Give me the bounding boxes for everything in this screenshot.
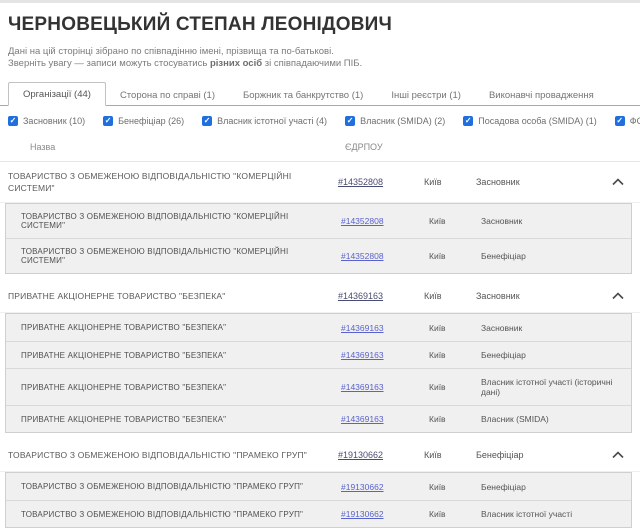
company-name: ТОВАРИСТВО З ОБМЕЖЕНОЮ ВІДПОВІДАЛЬНІСТЮ … [8, 170, 330, 194]
company-row: ПРИВАТНЕ АКЦІОНЕРНЕ ТОВАРИСТВО "БЕЗПЕКА"… [0, 280, 640, 313]
page-title: ЧЕРНОВЕЦЬКИЙ СТЕПАН ЛЕОНІДОВИЧ [0, 3, 640, 36]
subrow-edrpou-link[interactable]: #14369163 [341, 414, 421, 424]
subrow-company-name: ПРИВАТНЕ АКЦІОНЕРНЕ ТОВАРИСТВО "БЕЗПЕКА" [21, 351, 333, 360]
subrow-role: Бенефіціар [481, 251, 625, 261]
subrow-role: Бенефіціар [481, 482, 625, 492]
chevron-up-icon[interactable] [610, 288, 626, 304]
company-city: Київ [424, 291, 468, 301]
subrow-company-name: ТОВАРИСТВО З ОБМЕЖЕНОЮ ВІДПОВІДАЛЬНІСТЮ … [21, 510, 333, 519]
company-city: Київ [424, 177, 468, 187]
company-subrecords-panel: ТОВАРИСТВО З ОБМЕЖЕНОЮ ВІДПОВІДАЛЬНІСТЮ … [5, 203, 632, 274]
subrow-edrpou-link[interactable]: #14369163 [341, 382, 421, 392]
subrow-company-name: ПРИВАТНЕ АКЦІОНЕРНЕ ТОВАРИСТВО "БЕЗПЕКА" [21, 415, 333, 424]
company-subrow: ПРИВАТНЕ АКЦІОНЕРНЕ ТОВАРИСТВО "БЕЗПЕКА"… [6, 368, 631, 405]
table-header: Назва ЄДРПОУ [0, 132, 640, 162]
checkbox-checked-icon[interactable]: ✓ [103, 116, 113, 126]
column-header-name: Назва [30, 142, 55, 152]
person-registry-page: ЧЕРНОВЕЦЬКИЙ СТЕПАН ЛЕОНІДОВИЧ Дані на ц… [0, 0, 640, 532]
tab-bar: Організації (44)Сторона по справі (1)Бор… [0, 82, 640, 106]
subrow-role: Засновник [481, 323, 625, 333]
edrpou-link[interactable]: #14352808 [338, 177, 416, 187]
chevron-up-icon[interactable] [610, 447, 626, 463]
subrow-company-name: ПРИВАТНЕ АКЦІОНЕРНЕ ТОВАРИСТВО "БЕЗПЕКА" [21, 323, 333, 332]
chevron-up-icon[interactable] [610, 174, 626, 190]
checkbox-checked-icon[interactable]: ✓ [202, 116, 212, 126]
filter-label: Власник (SMIDA) (2) [360, 116, 445, 126]
subrow-city: Київ [429, 509, 473, 519]
filter-checkbox-0[interactable]: ✓ Засновник (10) [8, 116, 85, 126]
filter-checkbox-1[interactable]: ✓ Бенефіціар (26) [103, 116, 184, 126]
company-rows: ТОВАРИСТВО З ОБМЕЖЕНОЮ ВІДПОВІДАЛЬНІСТЮ … [0, 162, 640, 532]
subrow-company-name: ПРИВАТНЕ АКЦІОНЕРНЕ ТОВАРИСТВО "БЕЗПЕКА" [21, 383, 333, 392]
company-subrow: ТОВАРИСТВО З ОБМЕЖЕНОЮ ВІДПОВІДАЛЬНІСТЮ … [6, 500, 631, 527]
edrpou-link[interactable]: #14369163 [338, 291, 416, 301]
subrow-edrpou-link[interactable]: #14352808 [341, 216, 421, 226]
subrow-company-name: ТОВАРИСТВО З ОБМЕЖЕНОЮ ВІДПОВІДАЛЬНІСТЮ … [21, 247, 333, 265]
subrow-city: Київ [429, 251, 473, 261]
company-subrow: ТОВАРИСТВО З ОБМЕЖЕНОЮ ВІДПОВІДАЛЬНІСТЮ … [6, 473, 631, 500]
filter-label: Власник істотної участі (4) [217, 116, 327, 126]
subrow-role: Власник істотної участі [481, 509, 625, 519]
company-role: Бенефіціар [476, 450, 602, 460]
subrow-edrpou-link[interactable]: #14369163 [341, 323, 421, 333]
tab-1[interactable]: Сторона по справі (1) [106, 84, 229, 106]
subrow-company-name: ТОВАРИСТВО З ОБМЕЖЕНОЮ ВІДПОВІДАЛЬНІСТЮ … [21, 482, 333, 491]
checkbox-checked-icon[interactable]: ✓ [463, 116, 473, 126]
subrow-city: Київ [429, 216, 473, 226]
company-role: Засновник [476, 291, 602, 301]
filter-label: Бенефіціар (26) [118, 116, 184, 126]
checkbox-checked-icon[interactable]: ✓ [615, 116, 625, 126]
subrow-edrpou-link[interactable]: #19130662 [341, 482, 421, 492]
subrow-city: Київ [429, 382, 473, 392]
filter-label: Засновник (10) [23, 116, 85, 126]
company-subrow: ПРИВАТНЕ АКЦІОНЕРНЕ ТОВАРИСТВО "БЕЗПЕКА"… [6, 405, 631, 432]
company-name: ТОВАРИСТВО З ОБМЕЖЕНОЮ ВІДПОВІДАЛЬНІСТЮ … [8, 449, 330, 461]
company-row: ТОВАРИСТВО З ОБМЕЖЕНОЮ ВІДПОВІДАЛЬНІСТЮ … [0, 162, 640, 203]
company-subrow: ПРИВАТНЕ АКЦІОНЕРНЕ ТОВАРИСТВО "БЕЗПЕКА"… [6, 314, 631, 341]
checkbox-checked-icon[interactable]: ✓ [8, 116, 18, 126]
column-header-edrpou: ЄДРПОУ [345, 142, 383, 152]
subrow-city: Київ [429, 414, 473, 424]
company-subrecords-panel: ТОВАРИСТВО З ОБМЕЖЕНОЮ ВІДПОВІДАЛЬНІСТЮ … [5, 472, 632, 528]
filter-checkbox-5[interactable]: ✓ ФОП (1) [615, 116, 640, 126]
subrow-role: Бенефіціар [481, 350, 625, 360]
filter-label: Посадова особа (SMIDA) (1) [478, 116, 597, 126]
subrow-role: Власник істотної участі (історичні дані) [481, 377, 625, 397]
tab-0[interactable]: Організації (44) [8, 82, 106, 106]
subrow-city: Київ [429, 323, 473, 333]
disclaimer-line-1: Дані на цій сторінці зібрано по співпаді… [8, 46, 640, 58]
company-role: Засновник [476, 177, 602, 187]
role-filters: ✓ Засновник (10) ✓ Бенефіціар (26) ✓ Власник … [0, 106, 640, 126]
subrow-city: Київ [429, 350, 473, 360]
filter-checkbox-2[interactable]: ✓ Власник істотної участі (4) [202, 116, 327, 126]
edrpou-link[interactable]: #19130662 [338, 450, 416, 460]
subrow-role: Засновник [481, 216, 625, 226]
disclaimer-note: Дані на цій сторінці зібрано по співпаді… [0, 36, 640, 70]
company-subrow: ПРИВАТНЕ АКЦІОНЕРНЕ ТОВАРИСТВО "БЕЗПЕКА"… [6, 341, 631, 368]
subrow-role: Власник (SMIDA) [481, 414, 625, 424]
filter-checkbox-4[interactable]: ✓ Посадова особа (SMIDA) (1) [463, 116, 597, 126]
company-city: Київ [424, 450, 468, 460]
subrow-edrpou-link[interactable]: #14352808 [341, 251, 421, 261]
company-subrecords-panel: ПРИВАТНЕ АКЦІОНЕРНЕ ТОВАРИСТВО "БЕЗПЕКА"… [5, 313, 632, 433]
filter-checkbox-3[interactable]: ✓ Власник (SMIDA) (2) [345, 116, 445, 126]
tab-4[interactable]: Виконавчі провадження [475, 84, 608, 106]
tab-2[interactable]: Боржник та банкрутство (1) [229, 84, 377, 106]
subrow-company-name: ТОВАРИСТВО З ОБМЕЖЕНОЮ ВІДПОВІДАЛЬНІСТЮ … [21, 212, 333, 230]
disclaimer-line-2: Зверніть увагу — записи можуть стосувати… [8, 58, 640, 70]
company-subrow: ТОВАРИСТВО З ОБМЕЖЕНОЮ ВІДПОВІДАЛЬНІСТЮ … [6, 204, 631, 238]
subrow-city: Київ [429, 482, 473, 492]
company-row: ТОВАРИСТВО З ОБМЕЖЕНОЮ ВІДПОВІДАЛЬНІСТЮ … [0, 439, 640, 472]
company-subrow: ТОВАРИСТВО З ОБМЕЖЕНОЮ ВІДПОВІДАЛЬНІСТЮ … [6, 238, 631, 273]
disclaimer-bold: різних осіб [210, 58, 262, 69]
company-name: ПРИВАТНЕ АКЦІОНЕРНЕ ТОВАРИСТВО "БЕЗПЕКА" [8, 290, 330, 302]
filter-label: ФОП (1) [630, 116, 640, 126]
subrow-edrpou-link[interactable]: #19130662 [341, 509, 421, 519]
checkbox-checked-icon[interactable]: ✓ [345, 116, 355, 126]
subrow-edrpou-link[interactable]: #14369163 [341, 350, 421, 360]
tab-3[interactable]: Інші реєстри (1) [377, 84, 475, 106]
